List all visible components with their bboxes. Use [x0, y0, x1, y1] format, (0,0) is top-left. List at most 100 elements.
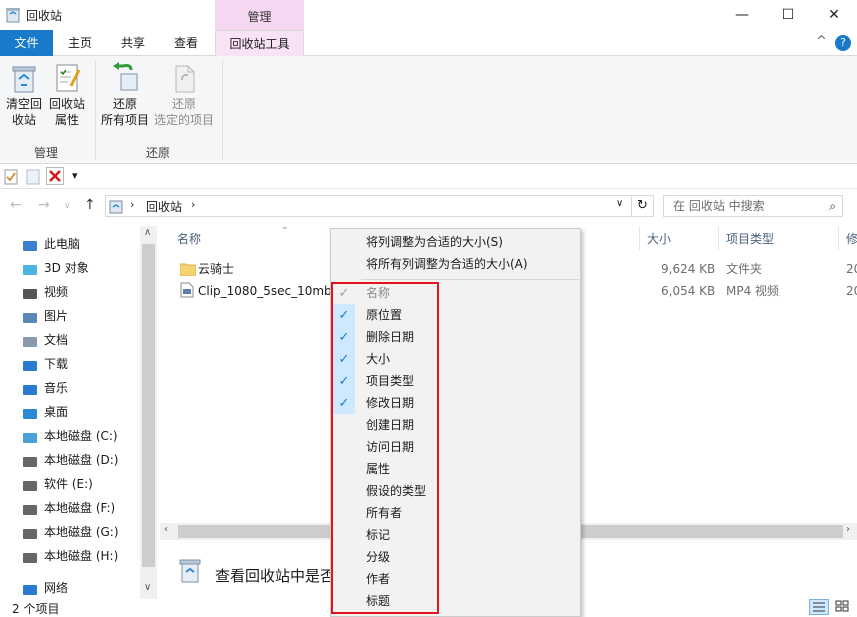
sidebar-item-label: 本地磁盘 (G:) [44, 525, 119, 539]
sidebar-item[interactable]: 本地磁盘 (F:) [22, 496, 115, 520]
column-divider[interactable] [639, 226, 640, 250]
picture-icon [22, 309, 38, 323]
sidebar-item[interactable]: 本地磁盘 (H:) [22, 544, 118, 568]
refresh-icon[interactable]: ↻ [632, 195, 654, 217]
restore-selected-button[interactable]: 还原 选定的项目 [152, 62, 216, 128]
address-dropdown-icon[interactable]: ∨ [616, 198, 623, 209]
scroll-up-icon[interactable]: ∧ [144, 227, 151, 238]
sidebar-item[interactable]: 下载 [22, 352, 68, 376]
sidebar-item-label: 本地磁盘 (F:) [44, 501, 116, 515]
ribbon-separator [95, 60, 96, 160]
minimize-button[interactable]: — [719, 0, 765, 30]
empty-recycle-bin-button[interactable]: 清空回 收站 [4, 62, 44, 128]
breadcrumb-recycle-bin[interactable]: 回收站 [146, 198, 182, 215]
back-arrow-icon[interactable]: ← [10, 197, 22, 213]
empty-recycle-bin-icon [8, 62, 40, 94]
sidebar-item[interactable]: 本地磁盘 (C:) [22, 424, 118, 448]
ribbon-separator [222, 60, 223, 160]
recycle-bin-small-icon [109, 198, 123, 217]
file-name: 云骑士 [198, 262, 235, 276]
up-arrow-icon[interactable]: ↑ [84, 197, 96, 213]
drive-icon [22, 525, 38, 539]
tab-view[interactable]: 查看 [164, 30, 208, 56]
computer-icon [22, 237, 38, 251]
sidebar-item-label: 此电脑 [44, 237, 81, 251]
info-text[interactable]: 查看回收站中是否 [215, 565, 335, 586]
column-divider[interactable] [718, 226, 719, 250]
ribbon-group-manage-label: 管理 [33, 146, 58, 160]
tab-recycle-bin-tools[interactable]: 回收站工具 [215, 30, 304, 56]
sidebar-item-label: 下载 [44, 357, 69, 371]
video-icon [22, 285, 38, 299]
properties-icon [51, 62, 83, 94]
sidebar-item-label: 网络 [44, 581, 69, 595]
column-type[interactable]: 项目类型 [726, 230, 774, 247]
music-icon [22, 381, 38, 395]
sidebar-item[interactable]: 此电脑 [22, 232, 80, 256]
sidebar-item[interactable]: 软件 (E:) [22, 472, 93, 496]
empty-recycle-bin-label-1: 清空回 [5, 97, 42, 111]
delete-qat-icon[interactable] [46, 167, 64, 188]
menu-item-size-column[interactable]: 将列调整为合适的大小(S) [331, 231, 580, 253]
nav-scrollbar-thumb[interactable] [142, 244, 155, 567]
drive-icon [22, 549, 38, 563]
recent-locations-icon[interactable]: ∨ [64, 201, 71, 211]
file-date: 20 [846, 284, 857, 298]
help-button[interactable]: ? [835, 35, 851, 51]
tab-file[interactable]: 文件 [0, 30, 53, 56]
item-count: 2 个项目 [12, 602, 60, 616]
sidebar-item[interactable]: 视频 [22, 280, 68, 304]
column-divider[interactable] [838, 226, 839, 250]
sidebar-item[interactable]: 文档 [22, 328, 68, 352]
search-icon[interactable]: ⌕ [829, 196, 836, 216]
column-modified[interactable]: 修 [846, 230, 857, 247]
sidebar-item[interactable]: 本地磁盘 (G:) [22, 520, 119, 544]
customize-qat-icon[interactable]: ▾ [72, 169, 78, 182]
window-title: 回收站 [26, 9, 63, 23]
scroll-right-icon[interactable]: › [846, 524, 850, 535]
sidebar-item-label: 本地磁盘 (D:) [44, 453, 119, 467]
network-icon [22, 581, 38, 595]
sidebar-item-label: 图片 [44, 309, 69, 323]
breadcrumb-separator[interactable]: › [130, 198, 134, 211]
sidebar-item-label: 3D 对象 [44, 261, 89, 275]
file-name: Clip_1080_5sec_10mbp [198, 284, 340, 298]
restore-selected-label-1: 还原 [171, 97, 196, 111]
sort-indicator-icon: ⌄ [281, 222, 289, 232]
sidebar-item-label: 视频 [44, 285, 69, 299]
breadcrumb-separator[interactable]: › [191, 198, 195, 211]
properties-qat-icon[interactable] [4, 169, 18, 188]
details-view-icon[interactable] [809, 599, 829, 615]
restore-all-button[interactable]: 还原 所有项目 [99, 62, 151, 128]
tab-share[interactable]: 共享 [111, 30, 155, 56]
sidebar-item[interactable]: 桌面 [22, 400, 68, 424]
tab-home[interactable]: 主页 [58, 30, 102, 56]
sidebar-item-label: 本地磁盘 (C:) [44, 429, 118, 443]
sidebar-item[interactable]: 音乐 [22, 376, 68, 400]
quick-access-toolbar [0, 165, 857, 189]
properties-label-2: 属性 [54, 113, 79, 127]
menu-item-size-all-columns[interactable]: 将所有列调整为合适的大小(A) [331, 253, 580, 275]
sidebar-item-label: 文档 [44, 333, 69, 347]
empty-recycle-bin-label-2: 收站 [11, 113, 36, 127]
collapse-ribbon-button[interactable]: ^ [816, 34, 827, 49]
sidebar-item[interactable]: 3D 对象 [22, 256, 89, 280]
file-size: 6,054 KB [661, 284, 716, 298]
address-bar[interactable]: › 回收站 › ∨ [105, 195, 632, 217]
column-size[interactable]: 大小 [647, 230, 671, 247]
large-icons-view-icon[interactable] [833, 599, 853, 615]
sidebar-item[interactable]: 图片 [22, 304, 68, 328]
sidebar-item[interactable]: 网络 [22, 576, 68, 600]
close-button[interactable]: ✕ [811, 0, 857, 30]
scroll-down-icon[interactable]: ∨ [144, 582, 151, 593]
drive-icon [22, 453, 38, 467]
forward-arrow-icon[interactable]: → [38, 197, 50, 213]
sidebar-item[interactable]: 本地磁盘 (D:) [22, 448, 118, 472]
column-name[interactable]: 名称 [177, 230, 201, 247]
video-file-icon [180, 282, 194, 305]
search-input[interactable]: 在 回收站 中搜索 ⌕ [663, 195, 843, 217]
recycle-bin-properties-button[interactable]: 回收站 属性 [46, 62, 88, 128]
new-folder-qat-icon[interactable] [26, 169, 40, 188]
scroll-left-icon[interactable]: ‹ [164, 524, 168, 535]
maximize-button[interactable]: ☐ [765, 0, 811, 30]
